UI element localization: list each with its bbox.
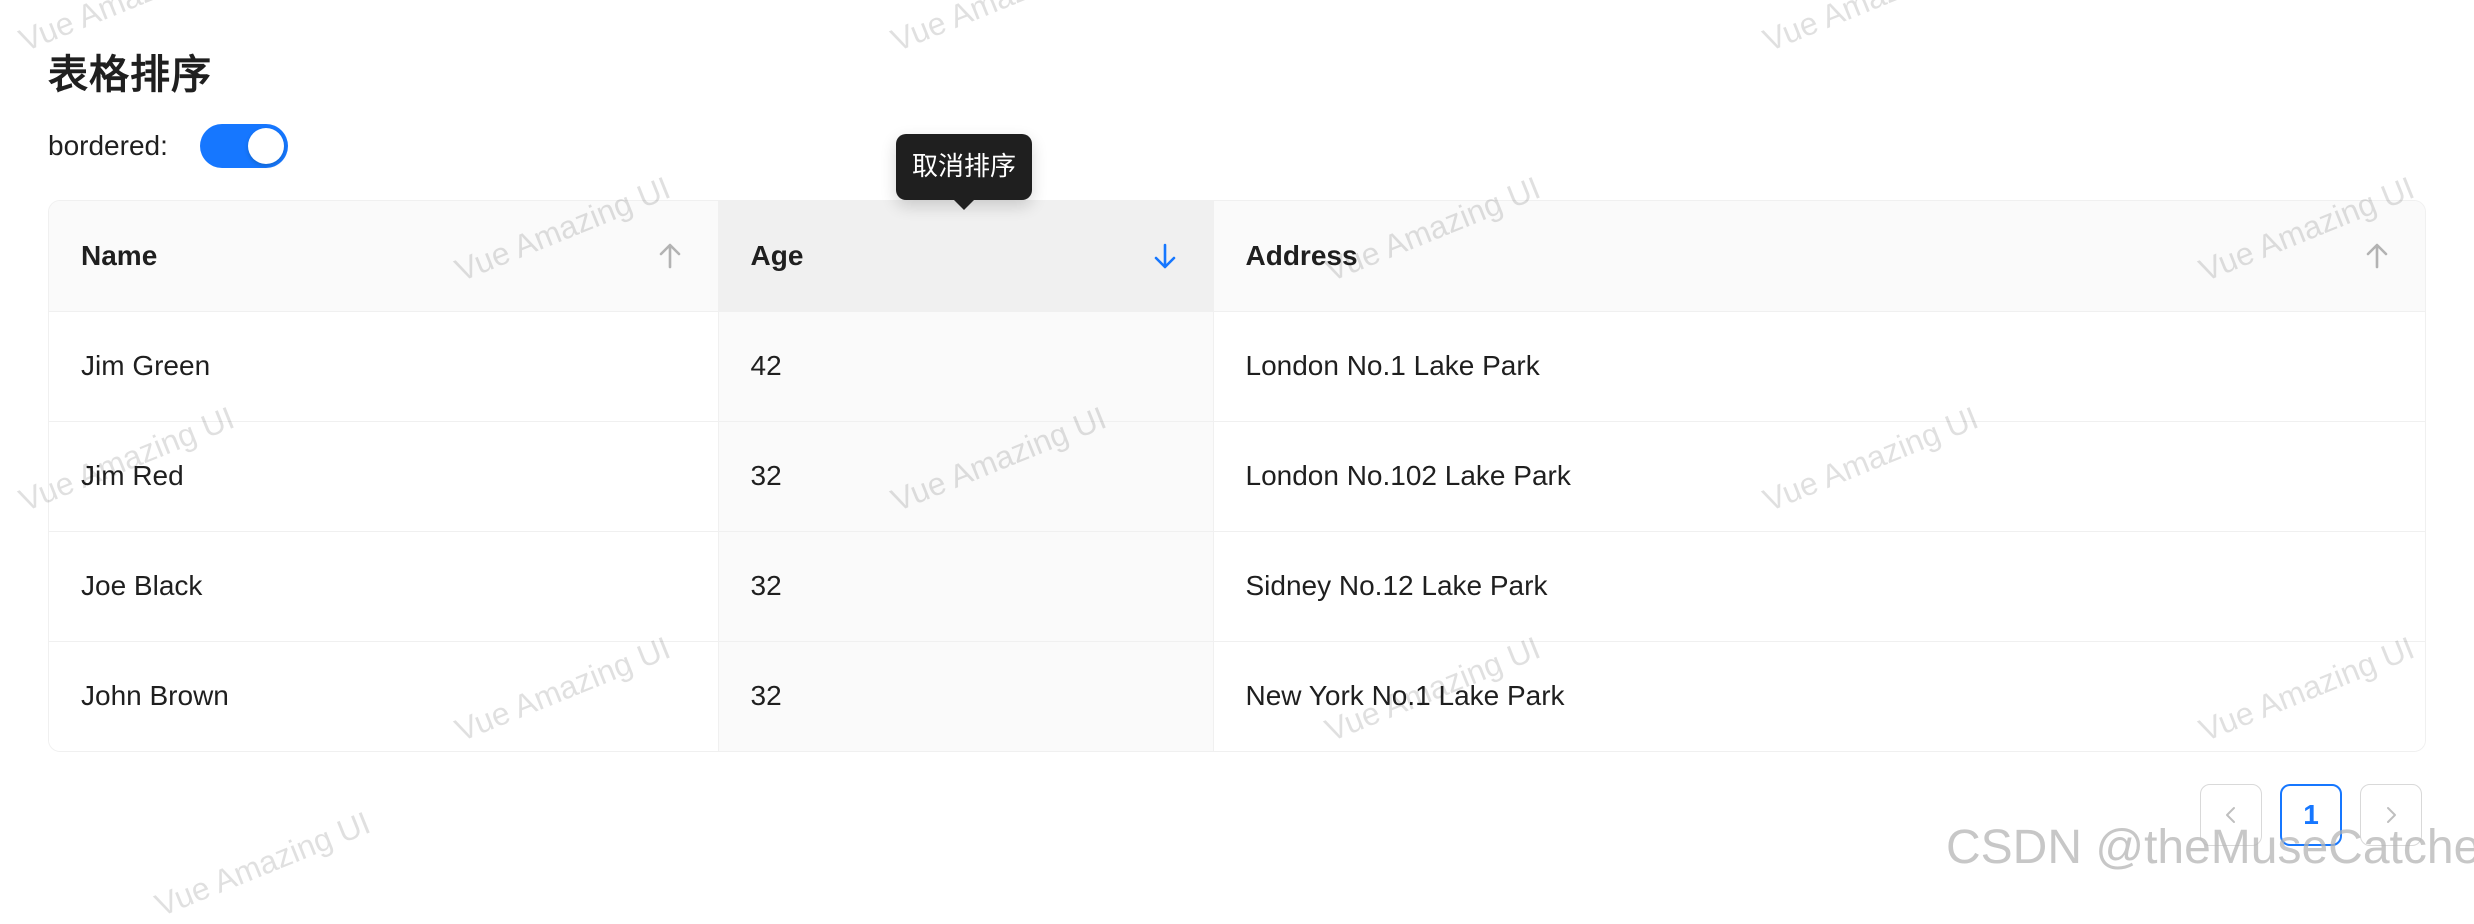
tooltip-text: 取消排序 [912,152,1017,182]
page-title: 表格排序 [48,52,212,98]
cell-name: Jim Red [49,421,719,532]
table-row: John Brown 32 New York No.1 Lake Park [49,641,2425,751]
cell-age: 32 [718,531,1214,642]
watermark-text: Vue Amazing UI [150,804,376,924]
cell-name: Jim Green [49,311,719,422]
table-header-row: Name Age Address [49,201,2425,312]
csdn-credit: CSDN @theMuseCatcher [1946,821,2474,874]
cell-address: London No.1 Lake Park [1213,311,2425,422]
column-header-name[interactable]: Name [49,201,719,312]
cell-address: Sidney No.12 Lake Park [1213,531,2425,642]
arrow-up-icon[interactable] [2361,240,2393,272]
cell-address: New York No.1 Lake Park [1213,641,2425,751]
watermark-text: Vue Amazing UI [886,0,1112,59]
tooltip-arrow [954,200,974,210]
cell-name: Joe Black [49,531,719,642]
arrow-up-icon[interactable] [654,240,686,272]
table-row: Jim Red 32 London No.102 Lake Park [49,421,2425,532]
page: 表格排序 bordered: Name Age Address Jim Gree… [0,0,2474,923]
column-header-age[interactable]: Age [718,201,1214,312]
column-header-label: Address [1245,239,1358,271]
cell-age: 42 [718,311,1214,422]
bordered-label: bordered: [48,130,168,161]
column-header-address[interactable]: Address [1213,201,2425,312]
sortable-table: Name Age Address Jim Green 42 London No.… [48,200,2426,752]
bordered-switch[interactable] [199,124,288,168]
column-header-label: Age [750,239,804,271]
cell-name: John Brown [49,641,719,751]
watermark-text: Vue Amazing UI [1758,0,1984,59]
bordered-control: bordered: [48,122,288,170]
switch-knob [247,128,284,164]
cell-age: 32 [718,641,1214,751]
table-row: Jim Green 42 London No.1 Lake Park [49,311,2425,422]
sort-tooltip: 取消排序 [896,134,1033,210]
column-header-label: Name [81,239,158,271]
cell-address: London No.102 Lake Park [1213,421,2425,532]
arrow-down-icon[interactable] [1149,240,1181,272]
table-row: Joe Black 32 Sidney No.12 Lake Park [49,531,2425,642]
cell-age: 32 [718,421,1214,532]
